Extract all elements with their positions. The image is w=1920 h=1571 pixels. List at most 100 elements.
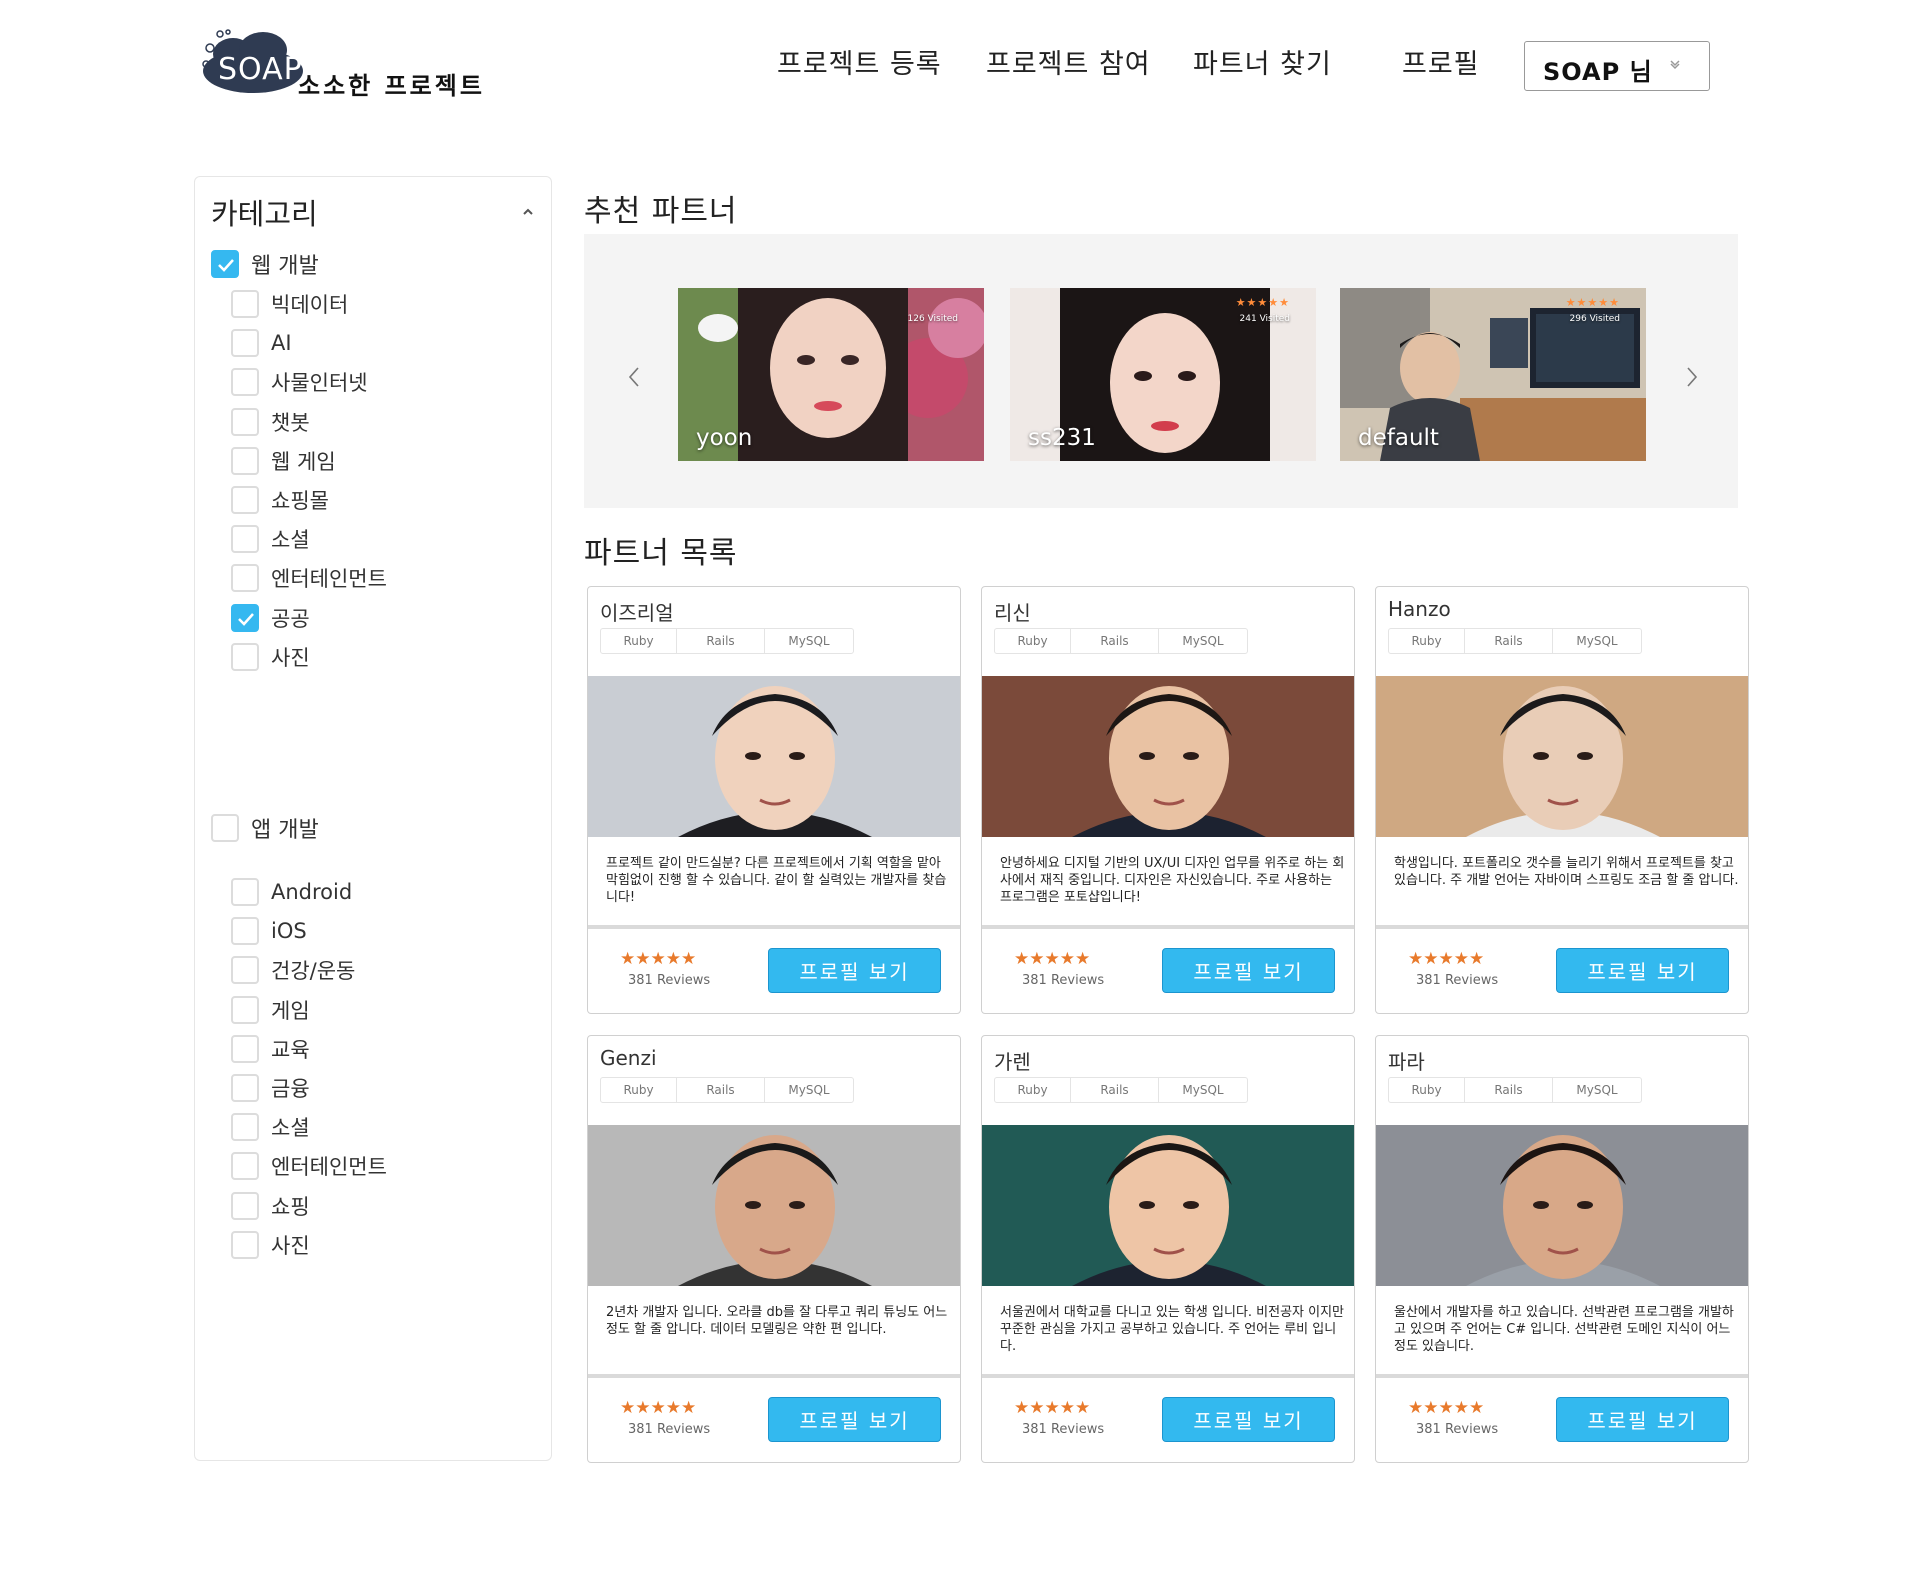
rating-stars: ★★★★★: [620, 1398, 697, 1418]
subcategory-checkbox[interactable]: [231, 917, 259, 945]
nav-project-join[interactable]: 프로젝트 참여: [986, 42, 1151, 82]
subcategory-checkbox[interactable]: [231, 329, 259, 357]
subcategory-label: 공공: [271, 607, 310, 631]
subcategory-label: 게임: [271, 999, 310, 1023]
chevron-down-icon: [1670, 60, 1680, 70]
view-profile-button[interactable]: 프로필 보기: [768, 948, 941, 993]
view-profile-button[interactable]: 프로필 보기: [1162, 948, 1335, 993]
card-divider: [982, 1374, 1354, 1378]
subcategory-item[interactable]: 건강/운동: [231, 955, 355, 985]
subcategory-item[interactable]: iOS: [231, 916, 307, 946]
view-profile-button[interactable]: 프로필 보기: [1556, 1397, 1729, 1442]
skill-tag: Rails: [677, 1078, 765, 1102]
skill-tag: Rails: [1465, 1078, 1553, 1102]
visit-count: 126 Visited: [907, 314, 958, 324]
chevron-up-icon[interactable]: [521, 207, 535, 217]
subcategory-checkbox[interactable]: [231, 1113, 259, 1141]
partner-name: Genzi: [600, 1046, 657, 1070]
chevron-right-icon[interactable]: [1684, 366, 1700, 388]
view-profile-button[interactable]: 프로필 보기: [768, 1397, 941, 1442]
partner-photo: [1376, 676, 1748, 837]
chevron-left-icon[interactable]: [626, 366, 642, 388]
subcategory-checkbox[interactable]: [231, 604, 259, 632]
subcategory-item[interactable]: 사물인터넷: [231, 367, 368, 397]
checkmark-icon: [218, 259, 234, 272]
partner-description: 안녕하세요 디지털 기반의 UX/UI 디자인 업무를 위주로 하는 회사에서 …: [1000, 856, 1345, 905]
skill-tag: MySQL: [1576, 634, 1618, 648]
user-menu-button[interactable]: SOAP 님: [1524, 41, 1710, 91]
partner-description: 울산에서 개발자를 하고 있습니다. 선박관련 프로그램을 개발하고 있으며 주…: [1394, 1305, 1734, 1354]
subcategory-checkbox[interactable]: [231, 956, 259, 984]
subcategory-checkbox[interactable]: [231, 525, 259, 553]
subcategory-label: 교육: [271, 1038, 310, 1062]
nav-find-partner[interactable]: 파트너 찾기: [1193, 42, 1332, 82]
partner-photo: [588, 1125, 960, 1286]
subcategory-item[interactable]: 사진: [231, 642, 310, 672]
category-group[interactable]: 앱 개발: [211, 813, 319, 843]
card-divider: [588, 925, 960, 929]
subcategory-checkbox[interactable]: [231, 643, 259, 671]
skill-tag: MySQL: [788, 634, 830, 648]
recommended-card[interactable]: 126 Visited yoon: [678, 288, 984, 461]
subcategory-item[interactable]: 웹 게임: [231, 446, 336, 476]
subcategory-label: 사물인터넷: [271, 371, 368, 395]
skill-tag: Rails: [1071, 1078, 1159, 1102]
subcategory-checkbox[interactable]: [231, 408, 259, 436]
card-divider: [982, 925, 1354, 929]
subcategory-item[interactable]: 엔터테인먼트: [231, 563, 387, 593]
subcategory-item[interactable]: Android: [231, 877, 352, 907]
subcategory-checkbox[interactable]: [231, 1035, 259, 1063]
recommended-card[interactable]: ★★★★★ 241 Visited ss231: [1010, 288, 1316, 461]
category-checkbox[interactable]: [211, 814, 239, 842]
subcategory-checkbox[interactable]: [231, 564, 259, 592]
subcategory-checkbox[interactable]: [231, 1231, 259, 1259]
subcategory-checkbox[interactable]: [231, 368, 259, 396]
partner-name: 파라: [1388, 1050, 1425, 1074]
subcategory-item[interactable]: 교육: [231, 1034, 310, 1064]
subcategory-checkbox[interactable]: [231, 486, 259, 514]
skill-tag: Rails: [1071, 629, 1159, 653]
partner-name: 이즈리얼: [600, 601, 674, 625]
site-logo[interactable]: SOAP 소소한 프로젝트: [198, 26, 488, 106]
review-count: 381 Reviews: [1416, 1422, 1499, 1437]
subcategory-checkbox[interactable]: [231, 290, 259, 318]
subcategory-item[interactable]: 금융: [231, 1073, 310, 1103]
subcategory-item[interactable]: 쇼핑몰: [231, 485, 329, 515]
skill-tag: MySQL: [1182, 634, 1224, 648]
skill-tags: Ruby Rails MySQL: [600, 628, 854, 654]
review-count: 381 Reviews: [1022, 973, 1105, 988]
subcategory-checkbox[interactable]: [231, 878, 259, 906]
user-menu-label: SOAP 님: [1543, 58, 1653, 86]
subcategory-item[interactable]: 사진: [231, 1230, 310, 1260]
subcategory-item[interactable]: 빅데이터: [231, 289, 348, 319]
skill-tag: Rails: [677, 629, 765, 653]
nav-profile[interactable]: 프로필: [1402, 42, 1480, 82]
subcategory-item[interactable]: 공공: [231, 603, 310, 633]
nav-project-register[interactable]: 프로젝트 등록: [777, 42, 942, 82]
subcategory-checkbox[interactable]: [231, 1192, 259, 1220]
subcategory-item[interactable]: AI: [231, 328, 292, 358]
subcategory-item[interactable]: 쇼핑: [231, 1191, 310, 1221]
subcategory-checkbox[interactable]: [231, 1074, 259, 1102]
category-checkbox[interactable]: [211, 250, 239, 278]
skill-tag: Rails: [1465, 629, 1553, 653]
partner-name: default: [1358, 425, 1439, 451]
subcategory-item[interactable]: 소셜: [231, 1112, 310, 1142]
partner-description: 2년차 개발자 입니다. 오라클 db를 잘 다루고 쿼리 튜닝도 어느정도 할…: [606, 1305, 948, 1337]
subcategory-item[interactable]: 챗봇: [231, 407, 310, 437]
subcategory-item[interactable]: 게임: [231, 995, 310, 1025]
skill-tag: Ruby: [1389, 629, 1465, 653]
subcategory-checkbox[interactable]: [231, 1152, 259, 1180]
subcategory-item[interactable]: 소셜: [231, 524, 310, 554]
view-profile-button[interactable]: 프로필 보기: [1162, 1397, 1335, 1442]
subcategory-label: 금융: [271, 1077, 310, 1101]
skill-tag: Ruby: [601, 1078, 677, 1102]
subcategory-checkbox[interactable]: [231, 447, 259, 475]
subcategory-item[interactable]: 엔터테인먼트: [231, 1151, 387, 1181]
recommended-card[interactable]: ★★★★★ 296 Visited default: [1340, 288, 1646, 461]
category-group[interactable]: 웹 개발: [211, 249, 319, 279]
subcategory-checkbox[interactable]: [231, 996, 259, 1024]
skill-tags: Ruby Rails MySQL: [600, 1077, 854, 1103]
view-profile-button[interactable]: 프로필 보기: [1556, 948, 1729, 993]
rating-stars: ★★★★★: [1235, 296, 1290, 309]
